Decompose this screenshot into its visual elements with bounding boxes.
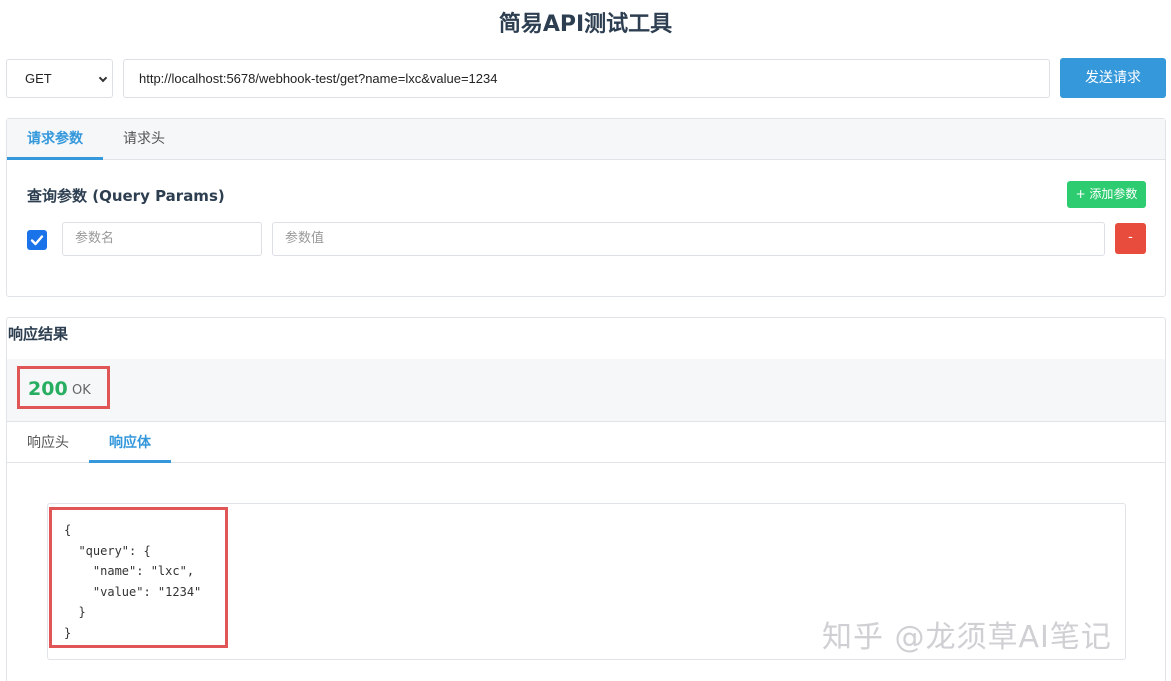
param-name-input[interactable]: 参数名 — [62, 222, 262, 256]
request-tabs: 请求参数 请求头 — [7, 119, 1165, 160]
request-panel: 请求参数 请求头 查询参数 (Query Params) + 添加参数 参数名 … — [6, 118, 1166, 297]
response-tabs: 响应头 响应体 — [7, 423, 1165, 463]
status-highlight: 200 OK — [17, 366, 110, 409]
status-bar: 200 OK — [7, 359, 1165, 422]
tab-headers[interactable]: 请求头 — [103, 119, 185, 160]
url-input[interactable]: http://localhost:5678/webhook-test/get?n… — [123, 59, 1050, 98]
send-request-button[interactable]: 发送请求 — [1060, 58, 1166, 98]
query-params-title: 查询参数 (Query Params) — [27, 187, 225, 205]
status-code: 200 — [28, 378, 68, 400]
param-value-input[interactable]: 参数值 — [272, 222, 1105, 256]
response-body-json: { "query": { "name": "lxc", "value": "12… — [64, 523, 202, 640]
watermark: 知乎 @龙须草AI笔记 — [822, 620, 1112, 655]
status-text: OK — [72, 383, 91, 398]
tab-response-body[interactable]: 响应体 — [89, 423, 171, 463]
response-title: 响应结果 — [8, 325, 69, 343]
param-enabled-checkbox[interactable] — [27, 230, 47, 250]
page-title: 简易API测试工具 — [498, 12, 673, 37]
body-highlight: { "query": { "name": "lxc", "value": "12… — [49, 507, 228, 648]
chevron-down-icon — [98, 73, 108, 83]
method-select[interactable]: GET — [6, 59, 113, 98]
check-icon — [30, 235, 44, 246]
tab-query-params[interactable]: 请求参数 — [7, 119, 103, 160]
method-value: GET — [25, 71, 52, 86]
tab-response-headers[interactable]: 响应头 — [7, 423, 89, 463]
add-param-button[interactable]: + 添加参数 — [1067, 181, 1146, 208]
remove-param-button[interactable]: - — [1115, 223, 1146, 254]
